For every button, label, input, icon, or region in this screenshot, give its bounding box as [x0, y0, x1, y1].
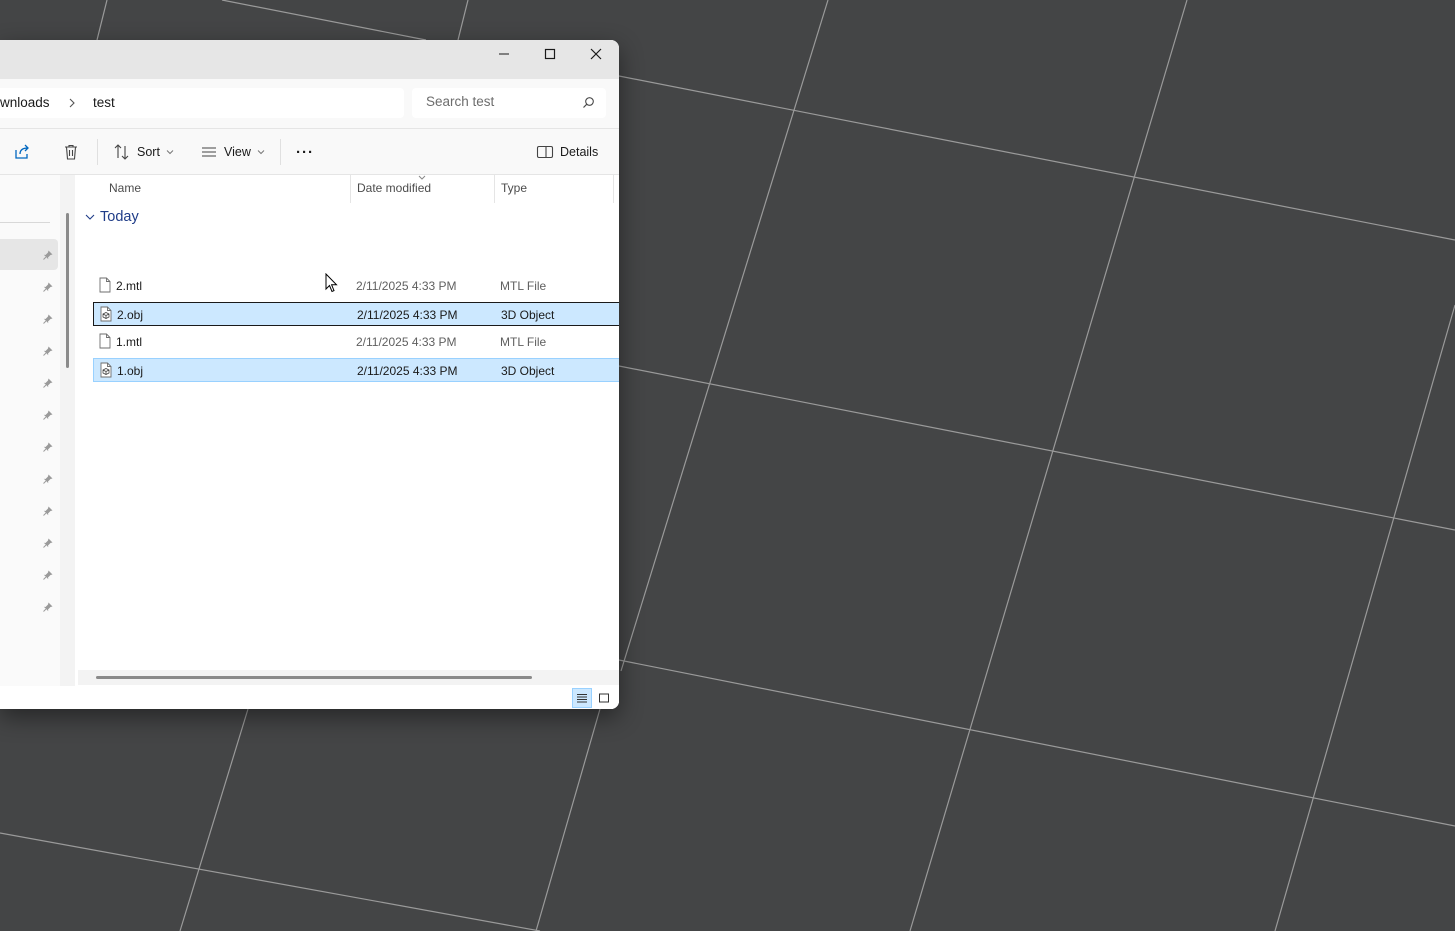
status-bar: [0, 686, 619, 709]
pin-icon[interactable]: [42, 569, 54, 581]
pin-icon[interactable]: [42, 601, 54, 613]
sidebar-scrollbar-thumb[interactable]: [66, 213, 69, 368]
table-row[interactable]: 1.obj 2/11/2025 4:33 PM 3D Object: [93, 358, 619, 382]
tiles-view-button[interactable]: [594, 688, 614, 708]
grid-line: [179, 708, 249, 931]
close-button[interactable]: [573, 40, 619, 68]
pin-icon[interactable]: [42, 313, 54, 325]
more-options-button[interactable]: ···: [296, 137, 314, 167]
command-bar: Sort View ··· Details: [0, 128, 619, 175]
minimize-button[interactable]: [481, 40, 527, 68]
grid-line: [0, 832, 541, 931]
search-input[interactable]: [426, 94, 576, 109]
sort-icon: [114, 144, 129, 160]
file-list: Name Date modified Type Today 2.mtl 2/11/…: [78, 175, 619, 709]
details-pane-button[interactable]: Details: [536, 137, 598, 167]
file-name: 1.obj: [117, 364, 144, 378]
pin-icon[interactable]: [42, 409, 54, 421]
file-icon: [99, 277, 111, 293]
details-view-icon: [577, 694, 587, 703]
address-bar[interactable]: wnloads test: [0, 88, 404, 118]
view-label: View: [224, 145, 251, 159]
view-icon: [202, 147, 216, 157]
breadcrumb-downloads[interactable]: wnloads: [0, 95, 50, 110]
toolbar-divider: [280, 139, 281, 165]
pin-icon[interactable]: [42, 249, 54, 261]
group-header-today[interactable]: Today: [84, 209, 139, 225]
file-explorer-window: wnloads test Sort View ···: [0, 40, 619, 709]
grid-line: [96, 0, 108, 41]
breadcrumb-test[interactable]: test: [93, 95, 115, 110]
close-icon: [590, 48, 602, 60]
column-divider[interactable]: [494, 175, 495, 203]
grid-line: [221, 0, 427, 41]
file-date-modified: 2/11/2025 4:33 PM: [357, 364, 458, 378]
mouse-cursor-icon: [325, 273, 338, 293]
sidebar-divider: [0, 222, 50, 223]
file-name: 2.obj: [117, 308, 144, 322]
sort-button[interactable]: Sort: [112, 137, 174, 167]
file-type: 3D Object: [501, 308, 555, 322]
grid-line: [1274, 304, 1455, 931]
sort-indicator-icon: [418, 175, 426, 180]
table-row[interactable]: 2.mtl 2/11/2025 4:33 PM MTL File: [93, 274, 619, 298]
minimize-icon: [499, 53, 509, 55]
pin-icon[interactable]: [42, 473, 54, 485]
3d-object-icon: [100, 362, 112, 378]
pin-icon[interactable]: [42, 281, 54, 293]
column-header-type[interactable]: Type: [501, 181, 527, 195]
address-row: wnloads test: [0, 79, 619, 128]
details-pane-icon: [536, 145, 554, 159]
grid-line: [909, 0, 1188, 931]
pin-icon[interactable]: [42, 537, 54, 549]
group-label: Today: [100, 209, 139, 225]
navigation-pane: [0, 175, 60, 686]
pin-icon[interactable]: [42, 441, 54, 453]
column-header-name[interactable]: Name: [109, 181, 141, 195]
chevron-down-icon[interactable]: [84, 212, 96, 222]
delete-button[interactable]: [61, 137, 81, 167]
file-type: MTL File: [500, 279, 547, 293]
trash-icon: [65, 144, 77, 160]
tiles-view-icon: [599, 693, 609, 703]
column-divider[interactable]: [613, 175, 614, 203]
search-box[interactable]: [412, 88, 606, 118]
grid-line: [620, 0, 829, 672]
file-date-modified: 2/11/2025 4:33 PM: [356, 279, 457, 293]
details-view-button[interactable]: [572, 688, 592, 708]
pin-icon[interactable]: [42, 377, 54, 389]
grid-line: [457, 0, 469, 41]
grid-line: [618, 75, 1455, 241]
share-icon: [15, 144, 29, 159]
grid-line: [535, 708, 601, 931]
file-type: 3D Object: [501, 364, 555, 378]
file-name: 1.mtl: [116, 335, 143, 349]
toolbar-divider: [97, 139, 98, 165]
horizontal-scrollbar-thumb[interactable]: [96, 676, 532, 679]
search-icon[interactable]: [582, 96, 595, 109]
view-button[interactable]: View: [199, 137, 265, 167]
title-bar: [0, 40, 619, 79]
3d-object-icon: [100, 306, 112, 322]
column-header-date-modified[interactable]: Date modified: [357, 181, 431, 195]
share-button[interactable]: [12, 137, 32, 167]
horizontal-scrollbar[interactable]: [78, 670, 619, 685]
file-name: 2.mtl: [116, 279, 143, 293]
details-label: Details: [560, 145, 599, 159]
file-date-modified: 2/11/2025 4:33 PM: [357, 308, 458, 322]
pin-icon[interactable]: [42, 345, 54, 357]
sort-label: Sort: [137, 145, 160, 159]
maximize-icon: [544, 48, 556, 60]
maximize-button[interactable]: [527, 40, 573, 68]
chevron-down-icon: [257, 150, 265, 155]
column-divider[interactable]: [350, 175, 351, 203]
file-date-modified: 2/11/2025 4:33 PM: [356, 335, 457, 349]
table-row[interactable]: 1.mtl 2/11/2025 4:33 PM MTL File: [93, 330, 619, 354]
table-row[interactable]: 2.obj 2/11/2025 4:33 PM 3D Object: [93, 302, 619, 326]
chevron-right-icon[interactable]: [67, 97, 77, 109]
pin-icon[interactable]: [42, 505, 54, 517]
chevron-down-icon: [166, 150, 174, 155]
file-icon: [99, 333, 111, 349]
file-type: MTL File: [500, 335, 547, 349]
